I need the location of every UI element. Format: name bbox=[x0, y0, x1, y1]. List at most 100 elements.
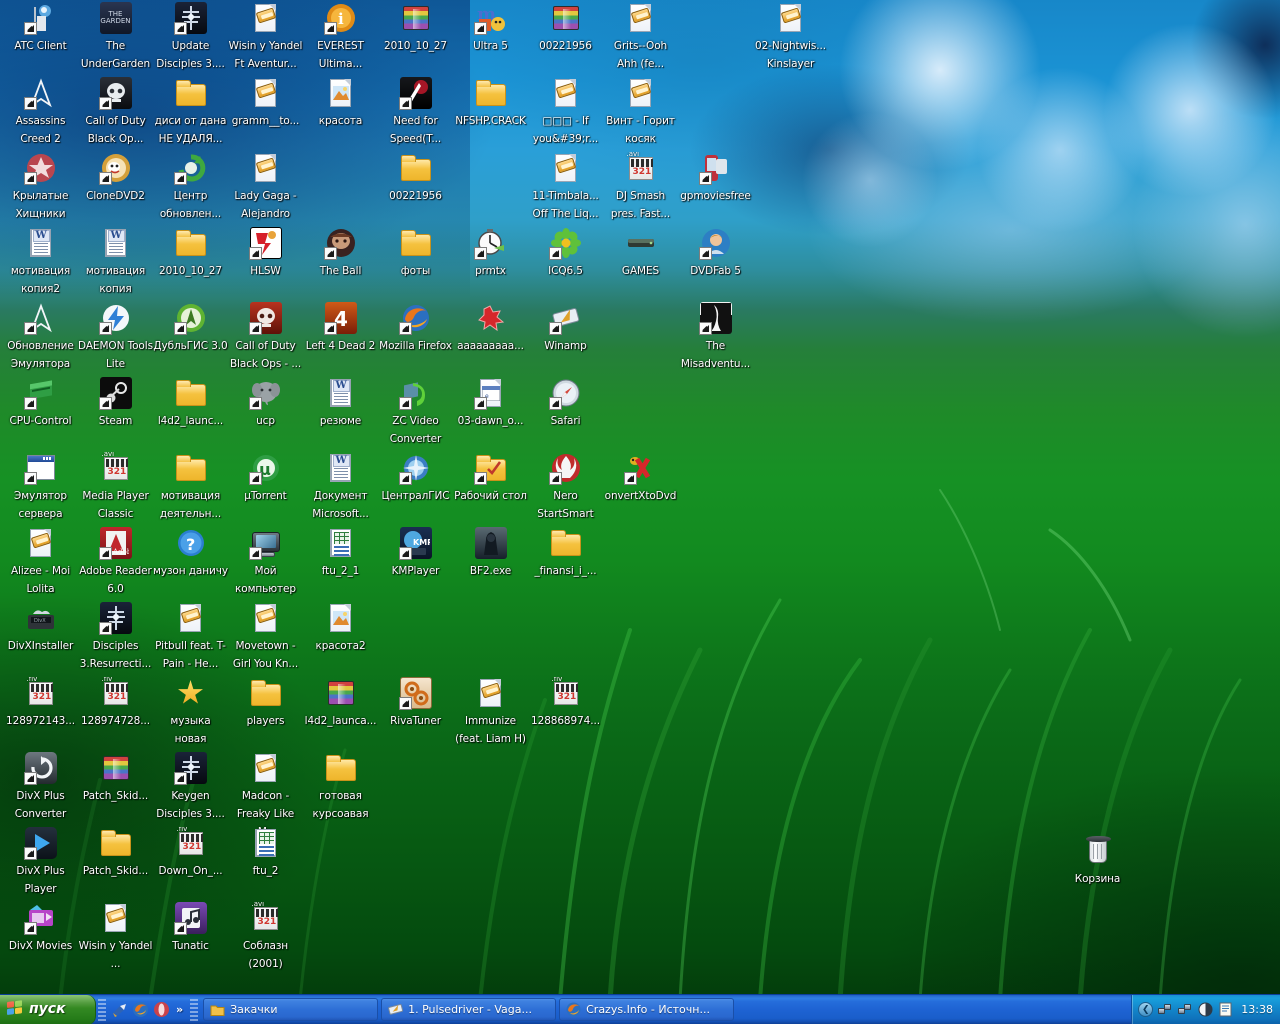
desktop-icon[interactable]: фоты bbox=[378, 227, 453, 279]
desktop-icon[interactable]: 4Left 4 Dead 2 bbox=[303, 302, 378, 354]
desktop-icon[interactable]: KMPKMPlayer bbox=[378, 527, 453, 579]
desktop-icon[interactable]: 11-Timbala... Off The Liq... bbox=[528, 152, 603, 222]
desktop-icon[interactable]: AdobeAdobe Reader 6.0 bbox=[78, 527, 153, 597]
desktop-icon[interactable]: .flvDown_On_... bbox=[153, 827, 228, 879]
tray-expand-chevron-icon[interactable]: ❮ bbox=[1138, 1002, 1153, 1017]
desktop-icon[interactable]: Winamp bbox=[528, 302, 603, 354]
desktop-icon[interactable]: ftu_2 bbox=[228, 827, 303, 879]
network-icon[interactable] bbox=[1158, 1002, 1173, 1017]
desktop-icon[interactable]: Steam bbox=[78, 377, 153, 429]
desktop-icon[interactable]: DivXDivXInstaller bbox=[3, 602, 78, 654]
desktop-icon[interactable]: DivX Plus Player bbox=[3, 827, 78, 897]
desktop-icon[interactable]: ATC Client bbox=[3, 2, 78, 54]
desktop-icon[interactable]: ДубльГИС 3.0 bbox=[153, 302, 228, 354]
desktop-icon[interactable]: e03-dawn_o... bbox=[453, 377, 528, 429]
desktop-icon[interactable]: Need for Speed(T... bbox=[378, 77, 453, 147]
desktop-icon[interactable]: iEVEREST Ultima... bbox=[303, 2, 378, 72]
desktop-icon[interactable]: мотивация деятельн... bbox=[153, 452, 228, 522]
desktop-icon[interactable]: DVDFab 5 bbox=[678, 227, 753, 279]
desktop-icon[interactable]: The Ball bbox=[303, 227, 378, 279]
desktop-icon[interactable]: Assassins Creed 2 bbox=[3, 77, 78, 147]
recycle-bin[interactable]: Корзина bbox=[1060, 835, 1135, 887]
desktop-icon[interactable]: Tunatic bbox=[153, 902, 228, 954]
desktop-icon[interactable]: Обновление Эмулятора bbox=[3, 302, 78, 372]
desktop-icon[interactable]: Alizee - Moi Lolita bbox=[3, 527, 78, 597]
desktop-icon[interactable]: 2010_10_27 bbox=[378, 2, 453, 54]
desktop-icon[interactable]: Центр обновлен... bbox=[153, 152, 228, 222]
desktop-icon[interactable]: aaaaaaaaa... bbox=[453, 302, 528, 354]
desktop-icon[interactable]: HLSW bbox=[228, 227, 303, 279]
desktop-icon[interactable]: GAMES bbox=[603, 227, 678, 279]
desktop-icon[interactable]: Call of Duty Black Op... bbox=[78, 77, 153, 147]
desktop-icon[interactable]: Grits--Ooh Ahh (fe... bbox=[603, 2, 678, 72]
desktop-icon[interactable]: Pitbull feat. T-Pain - He... bbox=[153, 602, 228, 672]
desktop-icon[interactable]: .flv128972143... bbox=[3, 677, 78, 729]
volume-icon[interactable] bbox=[1198, 1002, 1213, 1017]
desktop-icon[interactable]: Patch_Skid... bbox=[78, 827, 153, 879]
desktop-icon[interactable]: Disciples 3.Resurrecti... bbox=[78, 602, 153, 672]
desktop-icon[interactable]: резюме bbox=[303, 377, 378, 429]
desktop-icon[interactable]: DivX Movies bbox=[3, 902, 78, 954]
desktop-icon[interactable]: Keygen Disciples 3.... bbox=[153, 752, 228, 822]
desktop-icon[interactable]: l4d2_launca... bbox=[303, 677, 378, 729]
desktop-icon[interactable]: Рабочий стол bbox=[453, 452, 528, 504]
desktop-icon[interactable]: Эмулятор сервера bbox=[3, 452, 78, 522]
desktop-icon[interactable]: .flv128974728... bbox=[78, 677, 153, 729]
taskbar-grip-handle[interactable] bbox=[190, 999, 198, 1021]
desktop-icon[interactable]: Mozilla Firefox bbox=[378, 302, 453, 354]
desktop-icon[interactable]: .aviСоблазн (2001) bbox=[228, 902, 303, 972]
notepad-tray-icon[interactable] bbox=[1218, 1002, 1233, 1017]
desktop-icon[interactable]: THEGARDENThe UnderGarden bbox=[78, 2, 153, 72]
clock[interactable]: 13:38 bbox=[1238, 1003, 1273, 1016]
desktop-icon[interactable]: DivX Plus Converter bbox=[3, 752, 78, 822]
desktop-icon[interactable]: 00221956 bbox=[528, 2, 603, 54]
desktop-icon[interactable]: NFSHP.CRACK bbox=[453, 77, 528, 129]
desktop-icon[interactable]: красота2 bbox=[303, 602, 378, 654]
desktop-icon[interactable]: 00221956 bbox=[378, 152, 453, 204]
desktop-icon[interactable]: players bbox=[228, 677, 303, 729]
taskbar-task-button[interactable]: 1. Pulsedriver - Vaga... bbox=[381, 998, 556, 1021]
desktop-icon[interactable]: ZC Video Converter bbox=[378, 377, 453, 447]
taskbar-task-button[interactable]: Закачки bbox=[203, 998, 378, 1021]
desktop-icon[interactable]: onvertXtoDvd bbox=[603, 452, 678, 504]
desktop-icon[interactable]: ICQ6.5 bbox=[528, 227, 603, 279]
desktop-icon[interactable]: □□□ - If you&#39;r... bbox=[528, 77, 603, 147]
desktop-icon[interactable]: мотивация копия bbox=[78, 227, 153, 297]
desktop-icon[interactable]: DAEMON Tools Lite bbox=[78, 302, 153, 372]
desktop-icon[interactable]: .aviMedia Player Classic bbox=[78, 452, 153, 522]
desktop-icon[interactable]: мотивация копия2 bbox=[3, 227, 78, 297]
desktop-icon[interactable]: Call of Duty Black Ops - ... bbox=[228, 302, 303, 372]
desktop-icon[interactable]: красота bbox=[303, 77, 378, 129]
desktop-icon[interactable]: mUltra 5 bbox=[453, 2, 528, 54]
desktop-icon[interactable]: .flv128868974... bbox=[528, 677, 603, 729]
desktop-icon[interactable]: gpmoviesfree bbox=[678, 152, 753, 204]
desktop-icon[interactable]: μμTorrent bbox=[228, 452, 303, 504]
desktop-icon[interactable]: ucp bbox=[228, 377, 303, 429]
desktop-icon[interactable]: _finansi_i_... bbox=[528, 527, 603, 579]
desktop-icon[interactable]: Movetown - Girl You Kn... bbox=[228, 602, 303, 672]
quicklaunch-overflow-chevron[interactable]: » bbox=[174, 1003, 185, 1016]
opera-icon[interactable] bbox=[153, 1001, 170, 1018]
desktop-icon[interactable]: 2010_10_27 bbox=[153, 227, 228, 279]
desktop-icon[interactable]: l4d2_launc... bbox=[153, 377, 228, 429]
show-desktop-icon[interactable] bbox=[111, 1001, 128, 1018]
network-icon-2[interactable] bbox=[1178, 1002, 1193, 1017]
desktop-icon[interactable]: RivaTuner bbox=[378, 677, 453, 729]
desktop-icon[interactable]: The Misadventu... bbox=[678, 302, 753, 372]
desktop-icon[interactable]: Update Disciples 3.... bbox=[153, 2, 228, 72]
desktop-icon[interactable]: ftu_2_1 bbox=[303, 527, 378, 579]
desktop-icon[interactable]: .aviDJ Smash pres. Fast... bbox=[603, 152, 678, 222]
start-button[interactable]: пуск bbox=[0, 995, 96, 1024]
desktop-icon[interactable]: Винт - Горит косяк bbox=[603, 77, 678, 147]
desktop-icon[interactable]: Крылатые Хищники bbox=[3, 152, 78, 222]
quicklaunch-grip-handle[interactable] bbox=[98, 999, 106, 1021]
desktop-icon[interactable]: CloneDVD2 bbox=[78, 152, 153, 204]
desktop-icon[interactable]: CPU-Control bbox=[3, 377, 78, 429]
desktop-icon[interactable]: 02-Nightwis... Kinslayer bbox=[753, 2, 828, 72]
desktop-icon[interactable]: gramm__to... bbox=[228, 77, 303, 129]
desktop-icon[interactable]: Wisin y Yandel Ft Aventur... bbox=[228, 2, 303, 72]
desktop-icon[interactable]: ЦентралГИС bbox=[378, 452, 453, 504]
desktop-icon[interactable]: Wisin y Yandel ... bbox=[78, 902, 153, 972]
desktop-icon[interactable]: ?музон даничу bbox=[153, 527, 228, 579]
desktop-icon[interactable]: Safari bbox=[528, 377, 603, 429]
